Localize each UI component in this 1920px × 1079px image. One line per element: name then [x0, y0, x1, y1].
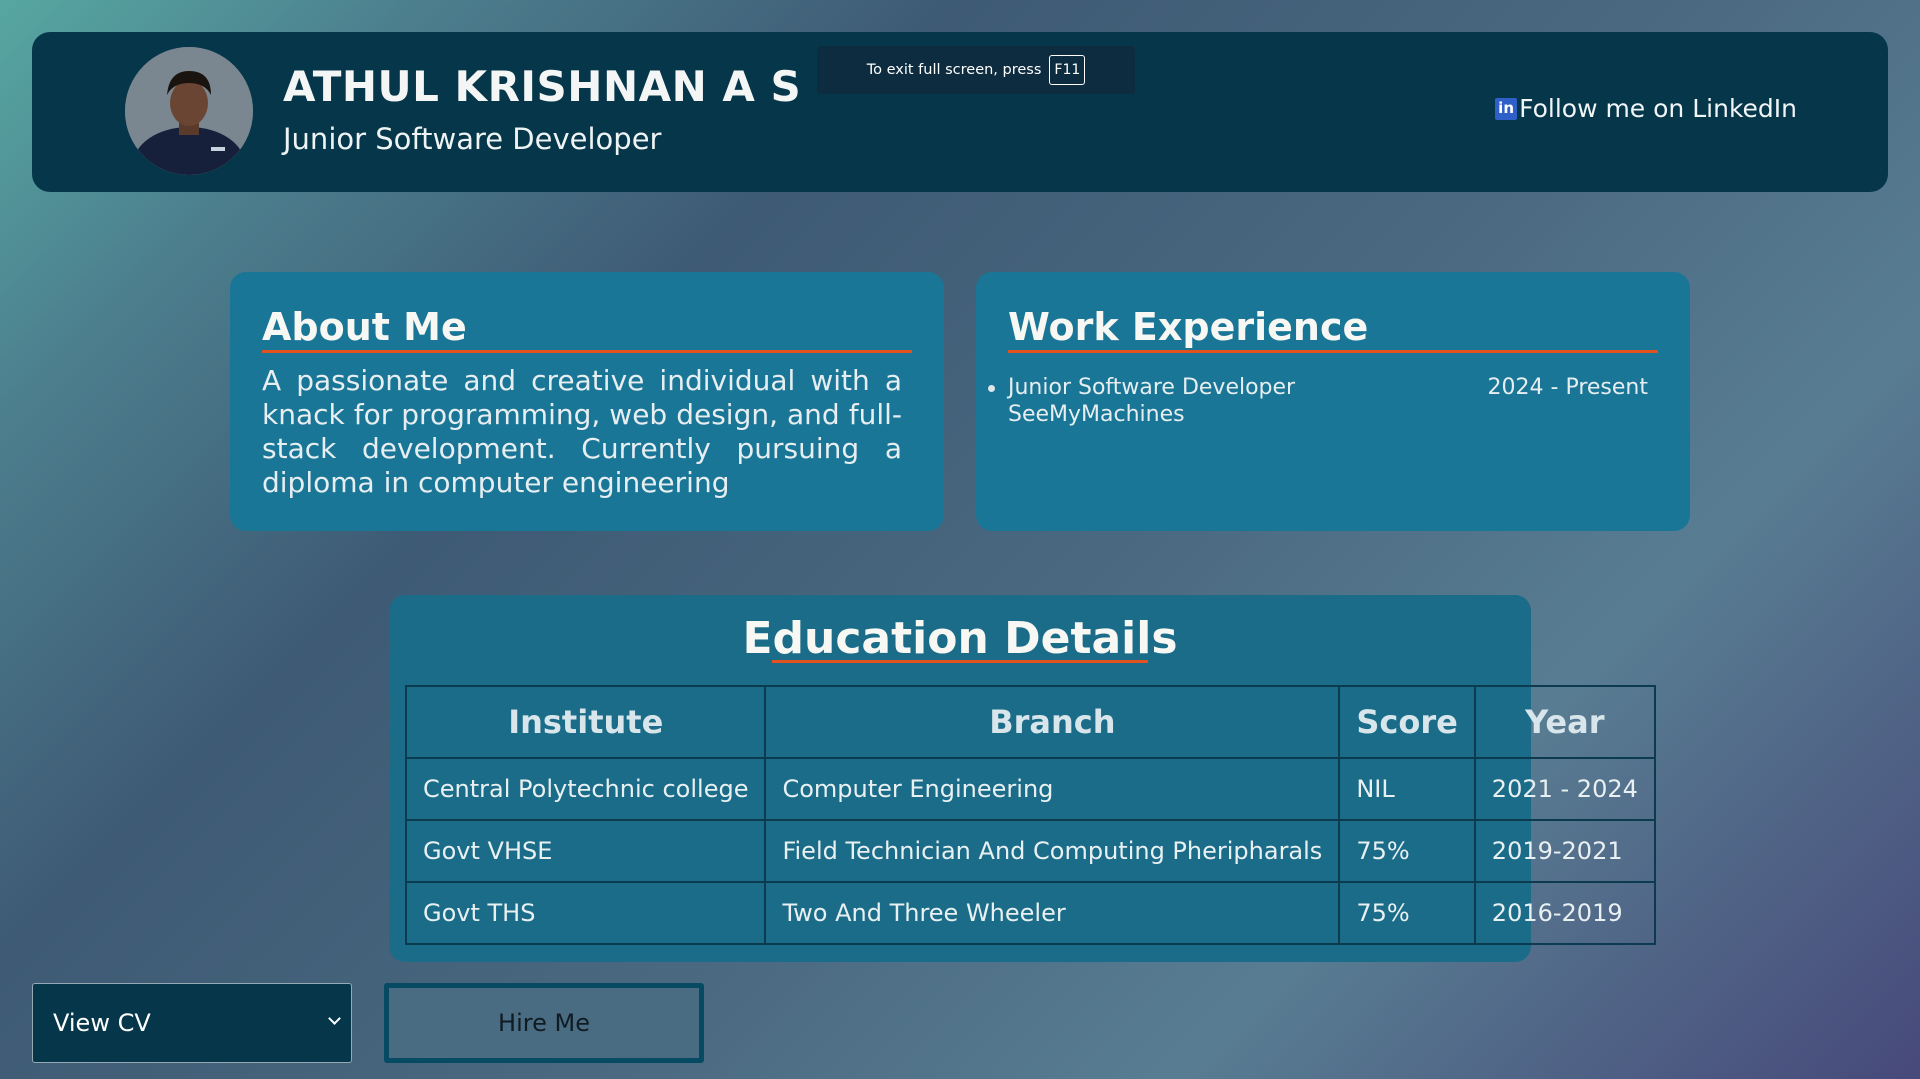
- work-period: 2024 - Present: [1487, 375, 1648, 400]
- cell-year: 2016-2019: [1473, 881, 1656, 945]
- work-item: Junior Software Developer SeeMyMachines …: [988, 374, 1648, 428]
- education-title: Education Details: [742, 613, 1178, 664]
- cell-score: 75%: [1338, 819, 1476, 883]
- cell-institute: Govt VHSE: [404, 819, 767, 883]
- about-title-underline: [262, 350, 912, 353]
- cell-branch: Computer Engineering: [764, 757, 1341, 821]
- cell-branch: Two And Three Wheeler: [764, 881, 1341, 945]
- cell-branch: Field Technician And Computing Pheriphar…: [764, 819, 1341, 883]
- profile-name: ATHUL KRISHNAN A S: [283, 62, 802, 111]
- linkedin-label: Follow me on LinkedIn: [1519, 94, 1797, 123]
- column-header-year: Year: [1473, 685, 1656, 759]
- chevron-down-icon: [328, 1012, 341, 1025]
- cell-year: 2021 - 2024: [1473, 757, 1656, 821]
- work-title-underline: [1008, 350, 1658, 353]
- cell-score: NIL: [1338, 757, 1476, 821]
- cell-year: 2019-2021: [1473, 819, 1656, 883]
- education-table: Institute Branch Score Year Central Poly…: [404, 685, 1656, 945]
- fullscreen-toast-text: To exit full screen, press: [866, 62, 1042, 78]
- column-header-institute: Institute: [404, 685, 767, 759]
- cell-institute: Govt THS: [404, 881, 767, 945]
- view-cv-select[interactable]: View CV: [32, 983, 352, 1063]
- about-text: A passionate and creative individual wit…: [262, 364, 902, 499]
- work-company: SeeMyMachines: [1008, 402, 1185, 427]
- table-header-row: Institute Branch Score Year: [404, 685, 1656, 759]
- column-header-branch: Branch: [764, 685, 1341, 759]
- profile-role: Junior Software Developer: [283, 122, 662, 156]
- cell-institute: Central Polytechnic college: [404, 757, 767, 821]
- about-title: About Me: [262, 305, 467, 349]
- work-title: Work Experience: [1008, 305, 1369, 349]
- cell-score: 75%: [1338, 881, 1476, 945]
- profile-header: ATHUL KRISHNAN A S Junior Software Devel…: [32, 32, 1888, 192]
- about-card: About Me A passionate and creative indiv…: [230, 272, 944, 531]
- profile-photo: [125, 47, 253, 175]
- education-card: Education Details Institute Branch Score…: [389, 595, 1656, 962]
- linkedin-icon: in: [1495, 97, 1518, 120]
- f11-key-hint: F11: [1049, 55, 1086, 85]
- work-experience-card: Work Experience Junior Software Develope…: [976, 272, 1690, 531]
- avatar: [125, 47, 253, 175]
- education-title-underline: [772, 660, 1148, 663]
- column-header-score: Score: [1338, 685, 1476, 759]
- linkedin-link[interactable]: in Follow me on LinkedIn: [1495, 94, 1797, 123]
- hire-me-button[interactable]: Hire Me: [384, 983, 704, 1063]
- fullscreen-toast: To exit full screen, press F11: [817, 46, 1135, 94]
- hire-me-label: Hire Me: [498, 1009, 590, 1037]
- view-cv-selected-value: View CV: [53, 1009, 151, 1037]
- table-row: Central Polytechnic college Computer Eng…: [404, 757, 1656, 821]
- table-row: Govt VHSE Field Technician And Computing…: [404, 819, 1656, 883]
- table-row: Govt THS Two And Three Wheeler 75% 2016-…: [404, 881, 1656, 945]
